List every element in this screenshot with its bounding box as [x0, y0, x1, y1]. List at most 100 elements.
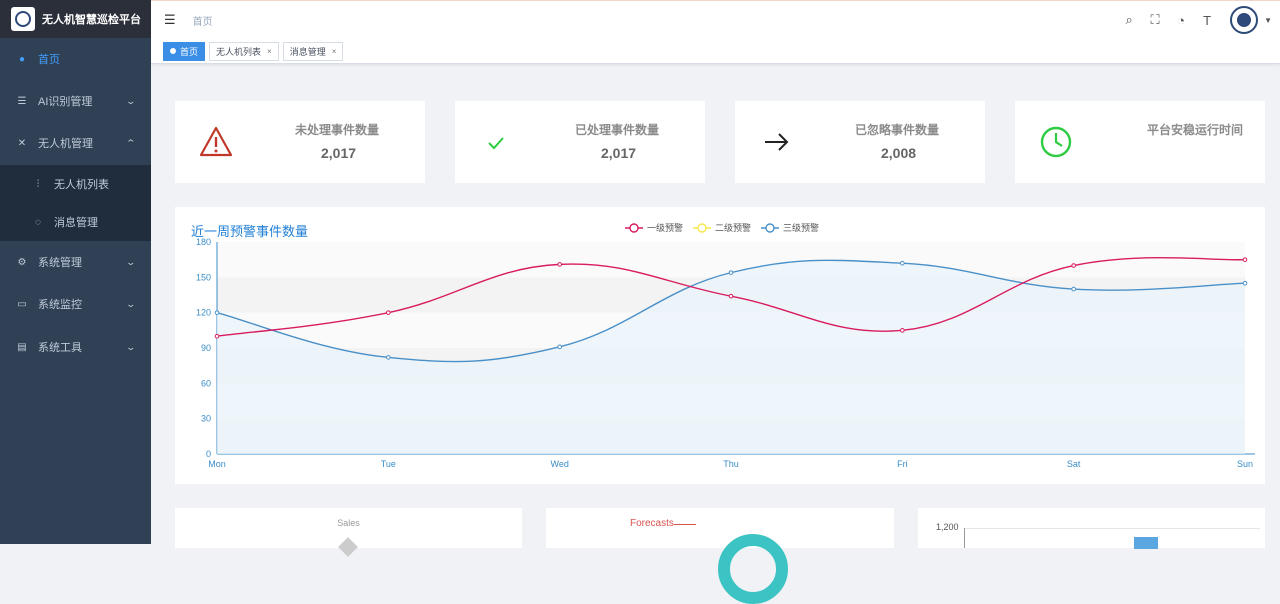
sidebar-item-ai[interactable]: ☰ AI识别管理 ⌄: [0, 80, 151, 122]
sidebar-item-home[interactable]: ● 首页: [0, 38, 151, 80]
active-dot-icon: [170, 48, 176, 54]
monitor-icon: ▭: [17, 298, 27, 310]
x-tick-label: Wed: [550, 459, 568, 469]
data-point: [1071, 263, 1076, 268]
legend-label: 一级预警: [647, 222, 683, 233]
app-logo[interactable]: 无人机智慧巡检平台: [0, 0, 151, 38]
data-point: [557, 262, 562, 267]
x-tick-label: Sun: [1237, 459, 1253, 469]
chevron-down-icon: ⌄: [125, 256, 137, 267]
sidebar-item-label: 系统工具: [38, 342, 82, 354]
sidebar-item-label: 无人机管理: [38, 138, 93, 150]
sidebar-item-label: 无人机列表: [54, 179, 109, 191]
data-point: [900, 260, 905, 266]
legend-label: 三级预警: [783, 222, 819, 233]
y-axis: [964, 528, 965, 548]
drone-icon: ✕: [17, 137, 27, 149]
y-tick-label: 90: [201, 343, 211, 353]
data-point: [386, 310, 391, 315]
tag-messages[interactable]: 消息管理 ×: [282, 41, 344, 61]
caret-down-icon[interactable]: ▼: [1264, 16, 1272, 25]
warning-icon: [199, 126, 233, 157]
stat-value: 2,017: [321, 145, 357, 161]
forecasts-panel: Forecasts: [546, 508, 894, 604]
sidebar-item-label: 消息管理: [54, 217, 98, 229]
sidebar-item-system[interactable]: ⚙ 系统管理 ⌄: [0, 241, 151, 283]
sidebar-item-label: 系统监控: [38, 299, 82, 311]
sidebar-item-tools[interactable]: ▤ 系统工具 ⌄: [0, 326, 151, 368]
panel-title: Sales: [337, 518, 360, 528]
data-point: [728, 293, 734, 299]
legend-label: 二级预警: [715, 222, 751, 233]
sidebar-item-drone-list[interactable]: ⫶ 无人机列表: [0, 165, 151, 203]
data-point: [386, 355, 391, 360]
breadcrumb[interactable]: 首页: [193, 13, 213, 28]
sales-panel: Sales: [175, 508, 522, 557]
legend-swatch-dot: [765, 223, 775, 233]
logo-icon: [11, 7, 35, 31]
chevron-down-icon: ⌄: [125, 298, 137, 309]
data-point: [1242, 257, 1248, 262]
stat-title: 未处理事件数量: [295, 123, 380, 137]
y-tick-label: 150: [196, 272, 211, 282]
stat-card-handled: 已处理事件数量 2,017: [455, 101, 705, 183]
y-tick: 1,200: [936, 522, 959, 532]
navbar: ☰ 首页 ⌕ ⛶ ◔ T ▼: [151, 0, 1280, 39]
tag-label: 消息管理: [289, 46, 326, 57]
y-tick-label: 30: [201, 414, 211, 424]
sidebar: 无人机智慧巡检平台 ● 首页 ☰ AI识别管理 ⌄ ✕ 无人机管理 ⌃ ⫶ 无人…: [0, 0, 151, 544]
gear-icon: ⚙: [17, 256, 27, 268]
sidebar-item-messages[interactable]: ◌ 消息管理: [0, 203, 151, 241]
data-point: [1071, 286, 1076, 292]
y-tick-label: 120: [196, 308, 211, 318]
toolbox-icon: ▤: [17, 341, 27, 353]
stat-card-uptime: 平台安稳运行时间: [1015, 101, 1265, 183]
data-point: [728, 270, 734, 275]
font-size-icon[interactable]: T: [1194, 13, 1220, 28]
data-point: [214, 310, 220, 315]
fullscreen-icon[interactable]: ⛶: [1142, 12, 1168, 28]
stat-title: 已处理事件数量: [575, 123, 660, 137]
hamburger-icon[interactable]: ☰: [164, 12, 176, 28]
chevron-down-icon: ⌄: [125, 95, 137, 106]
tag-label: 无人机列表: [216, 46, 262, 57]
radar-shape: [338, 537, 358, 557]
sidebar-item-monitor[interactable]: ▭ 系统监控 ⌄: [0, 283, 151, 325]
data-point: [214, 333, 220, 339]
stat-value: 2,017: [601, 145, 637, 161]
stat-card-ignored: 已忽略事件数量 2,008: [735, 101, 985, 183]
stat-value: 2,008: [881, 145, 917, 161]
panel-label: Forecasts: [630, 518, 674, 529]
sliders-icon: ⫶: [36, 178, 40, 190]
dashboard-icon: ●: [18, 53, 26, 65]
x-tick-label: Sat: [1067, 459, 1081, 469]
sidebar-item-drone[interactable]: ✕ 无人机管理 ⌃: [0, 122, 151, 164]
dashboard-icon[interactable]: ◔: [1168, 13, 1194, 28]
data-point: [1242, 280, 1248, 286]
weekly-alert-chart: 近一周预警事件数量 0 30 60 90 120 150 180 Mon Tue Wed Thu Fr…: [175, 207, 1265, 484]
search-icon[interactable]: ⌕: [1116, 12, 1142, 28]
stat-title: 已忽略事件数量: [855, 123, 940, 137]
x-tick-label: Mon: [208, 459, 226, 469]
pie-ring: [718, 534, 788, 604]
tag-label: 首页: [180, 46, 199, 57]
sidebar-item-label: AI识别管理: [38, 96, 93, 108]
message-icon: ◌: [35, 216, 41, 228]
gridline: [964, 528, 1260, 529]
bar-panel: 1,200: [918, 508, 1265, 549]
tag-home[interactable]: 首页: [163, 41, 206, 61]
tag-drone-list[interactable]: 无人机列表 ×: [209, 41, 279, 61]
close-icon[interactable]: ×: [332, 47, 337, 56]
data-point: [557, 344, 562, 350]
close-icon[interactable]: ×: [267, 47, 272, 56]
sidebar-item-label: 首页: [38, 54, 60, 66]
y-tick-label: 0: [206, 449, 211, 459]
x-tick-label: Thu: [723, 459, 739, 469]
clock-icon: [1040, 126, 1072, 158]
avatar[interactable]: [1230, 6, 1259, 34]
stat-card-unhandled: 未处理事件数量 2,017: [175, 101, 425, 183]
legend-swatch-dot: [697, 223, 707, 233]
x-tick-label: Tue: [381, 459, 396, 469]
data-point: [900, 328, 905, 333]
list-icon: ☰: [17, 95, 27, 107]
